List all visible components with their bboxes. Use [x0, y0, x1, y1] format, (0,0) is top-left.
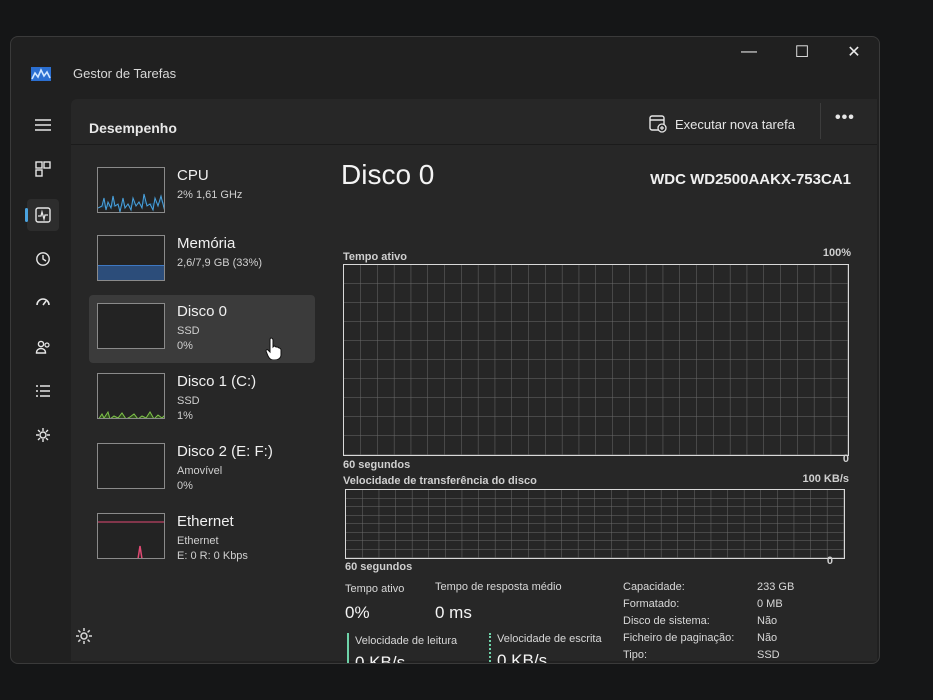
read-speed-indicator — [347, 633, 349, 663]
nav-services[interactable] — [27, 419, 59, 451]
property-key: Capacidade: — [623, 581, 685, 593]
nav-details[interactable] — [27, 375, 59, 407]
maximize-button[interactable]: ☐ — [782, 39, 822, 65]
nav-processes[interactable] — [27, 153, 59, 185]
property-key: Disco de sistema: — [623, 615, 710, 627]
property-value: Não — [757, 615, 778, 627]
disk-1-thumbnail-graph — [97, 373, 165, 419]
property-value: 233 GB — [757, 581, 795, 593]
disk-properties: Capacidade: 233 GB Formatado: 0 MB Disco… — [623, 581, 843, 663]
services-icon — [36, 428, 50, 442]
device-usage: 2% 1,61 GHz — [177, 189, 243, 201]
hamburger-icon — [35, 119, 51, 131]
read-speed-label: Velocidade de leitura — [355, 635, 458, 647]
device-type: SSD — [177, 325, 200, 337]
device-list: CPU 2% 1,61 GHz Memória 2,6/7,9 GB (33%)… — [89, 159, 319, 599]
property-key: Ficheiro de paginação: — [623, 632, 735, 644]
device-disk-2[interactable]: Disco 2 (E: F:) Amovível 0% — [89, 435, 315, 503]
transfer-graph-max: 100 KB/s — [802, 473, 849, 485]
response-time-stat-value: 0 ms — [435, 603, 472, 622]
navigation-rail — [11, 95, 71, 663]
transfer-graph-label: Velocidade de transferência do disco — [343, 475, 537, 487]
write-speed-label: Velocidade de escrita — [497, 633, 602, 645]
disk-model: WDC WD2500AAKX-753CA1 — [650, 171, 851, 188]
response-time-stat-label: Tempo de resposta médio — [435, 581, 562, 593]
active-time-grid — [344, 265, 848, 455]
device-name: Ethernet — [177, 513, 234, 530]
device-usage: 0% — [177, 480, 193, 492]
transfer-graph-min: 0 — [826, 555, 833, 567]
device-name: Disco 1 (C:) — [177, 373, 257, 390]
active-time-graph — [343, 264, 849, 456]
minimize-button[interactable]: — — [729, 39, 769, 65]
app-title: Gestor de Tarefas — [73, 66, 177, 81]
more-options-button[interactable]: ••• — [835, 109, 855, 127]
device-name: Disco 0 — [177, 303, 228, 320]
active-time-stat-value: 0% — [345, 603, 370, 622]
cpu-thumbnail-graph — [97, 167, 165, 213]
write-speed-value: 0 KB/s — [497, 651, 548, 664]
device-ethernet[interactable]: Ethernet Ethernet E: 0 R: 0 Kbps — [89, 505, 315, 573]
active-time-graph-duration: 60 segundos — [343, 459, 411, 471]
startup-icon — [36, 298, 50, 306]
mouse-pointer-hand-icon — [265, 337, 282, 360]
run-new-task-button[interactable]: Executar nova tarefa — [649, 113, 795, 135]
transfer-graph-duration: 60 segundos — [345, 561, 413, 573]
disk-detail-panel: Disco 0 WDC WD2500AAKX-753CA1 Tempo ativ… — [341, 159, 851, 663]
device-usage: 2,6/7,9 GB (33%) — [177, 257, 262, 269]
device-throughput: E: 0 R: 0 Kbps — [177, 550, 248, 562]
nav-startup-apps[interactable] — [27, 287, 59, 319]
task-manager-window: Gestor de Tarefas — ☐ ✕ Desempenho Execu… — [10, 36, 880, 664]
device-usage: 1% — [177, 410, 193, 422]
processes-icon — [35, 161, 51, 177]
property-value: Não — [757, 632, 778, 644]
performance-page: Desempenho Executar nova tarefa ••• CPU … — [71, 99, 877, 663]
hamburger-menu-button[interactable] — [27, 109, 59, 141]
device-adapter: Ethernet — [177, 535, 219, 547]
nav-app-history[interactable] — [27, 243, 59, 275]
details-icon — [36, 385, 50, 397]
settings-gear-icon[interactable] — [74, 626, 94, 646]
device-memory[interactable]: Memória 2,6/7,9 GB (33%) — [89, 227, 315, 295]
page-header: Desempenho Executar nova tarefa ••• — [71, 99, 877, 145]
transfer-rate-graph — [345, 489, 845, 559]
disk-2-thumbnail-graph — [97, 443, 165, 489]
active-time-graph-label: Tempo ativo — [343, 251, 407, 263]
write-speed-indicator — [489, 633, 491, 663]
page-title: Desempenho — [89, 120, 177, 136]
device-usage: 0% — [177, 340, 193, 352]
property-value: 0 MB — [757, 598, 783, 610]
task-manager-app-icon — [31, 67, 51, 81]
property-value: SSD — [757, 649, 780, 661]
device-name: Disco 2 (E: F:) — [177, 443, 273, 460]
disk-0-thumbnail-graph — [97, 303, 165, 349]
device-type: Amovível — [177, 465, 223, 477]
nav-users[interactable] — [27, 331, 59, 363]
run-new-task-label: Executar nova tarefa — [675, 116, 795, 132]
device-name: Memória — [177, 235, 236, 252]
ethernet-thumbnail-graph — [97, 513, 165, 559]
device-cpu[interactable]: CPU 2% 1,61 GHz — [89, 159, 315, 227]
nav-performance[interactable] — [25, 199, 59, 231]
new-task-icon — [649, 115, 667, 133]
header-divider — [820, 103, 821, 139]
history-icon — [36, 252, 50, 266]
performance-icon — [35, 207, 51, 223]
device-disk-1[interactable]: Disco 1 (C:) SSD 1% — [89, 365, 315, 433]
property-key: Tipo: — [623, 649, 648, 661]
device-name: CPU — [177, 167, 209, 184]
property-key: Formatado: — [623, 598, 680, 610]
close-button[interactable]: ✕ — [834, 39, 874, 65]
read-speed-value: 0 KB/s — [355, 653, 406, 664]
disk-title: Disco 0 — [341, 159, 435, 190]
active-time-graph-min: 0 — [842, 453, 849, 465]
title-bar[interactable]: Gestor de Tarefas — ☐ ✕ — [11, 37, 879, 95]
active-time-graph-max: 100% — [822, 247, 851, 259]
transfer-rate-grid — [346, 490, 844, 558]
users-icon — [35, 340, 50, 354]
device-type: SSD — [177, 395, 200, 407]
active-time-stat-label: Tempo ativo — [345, 583, 405, 595]
memory-thumbnail-graph — [97, 235, 165, 281]
